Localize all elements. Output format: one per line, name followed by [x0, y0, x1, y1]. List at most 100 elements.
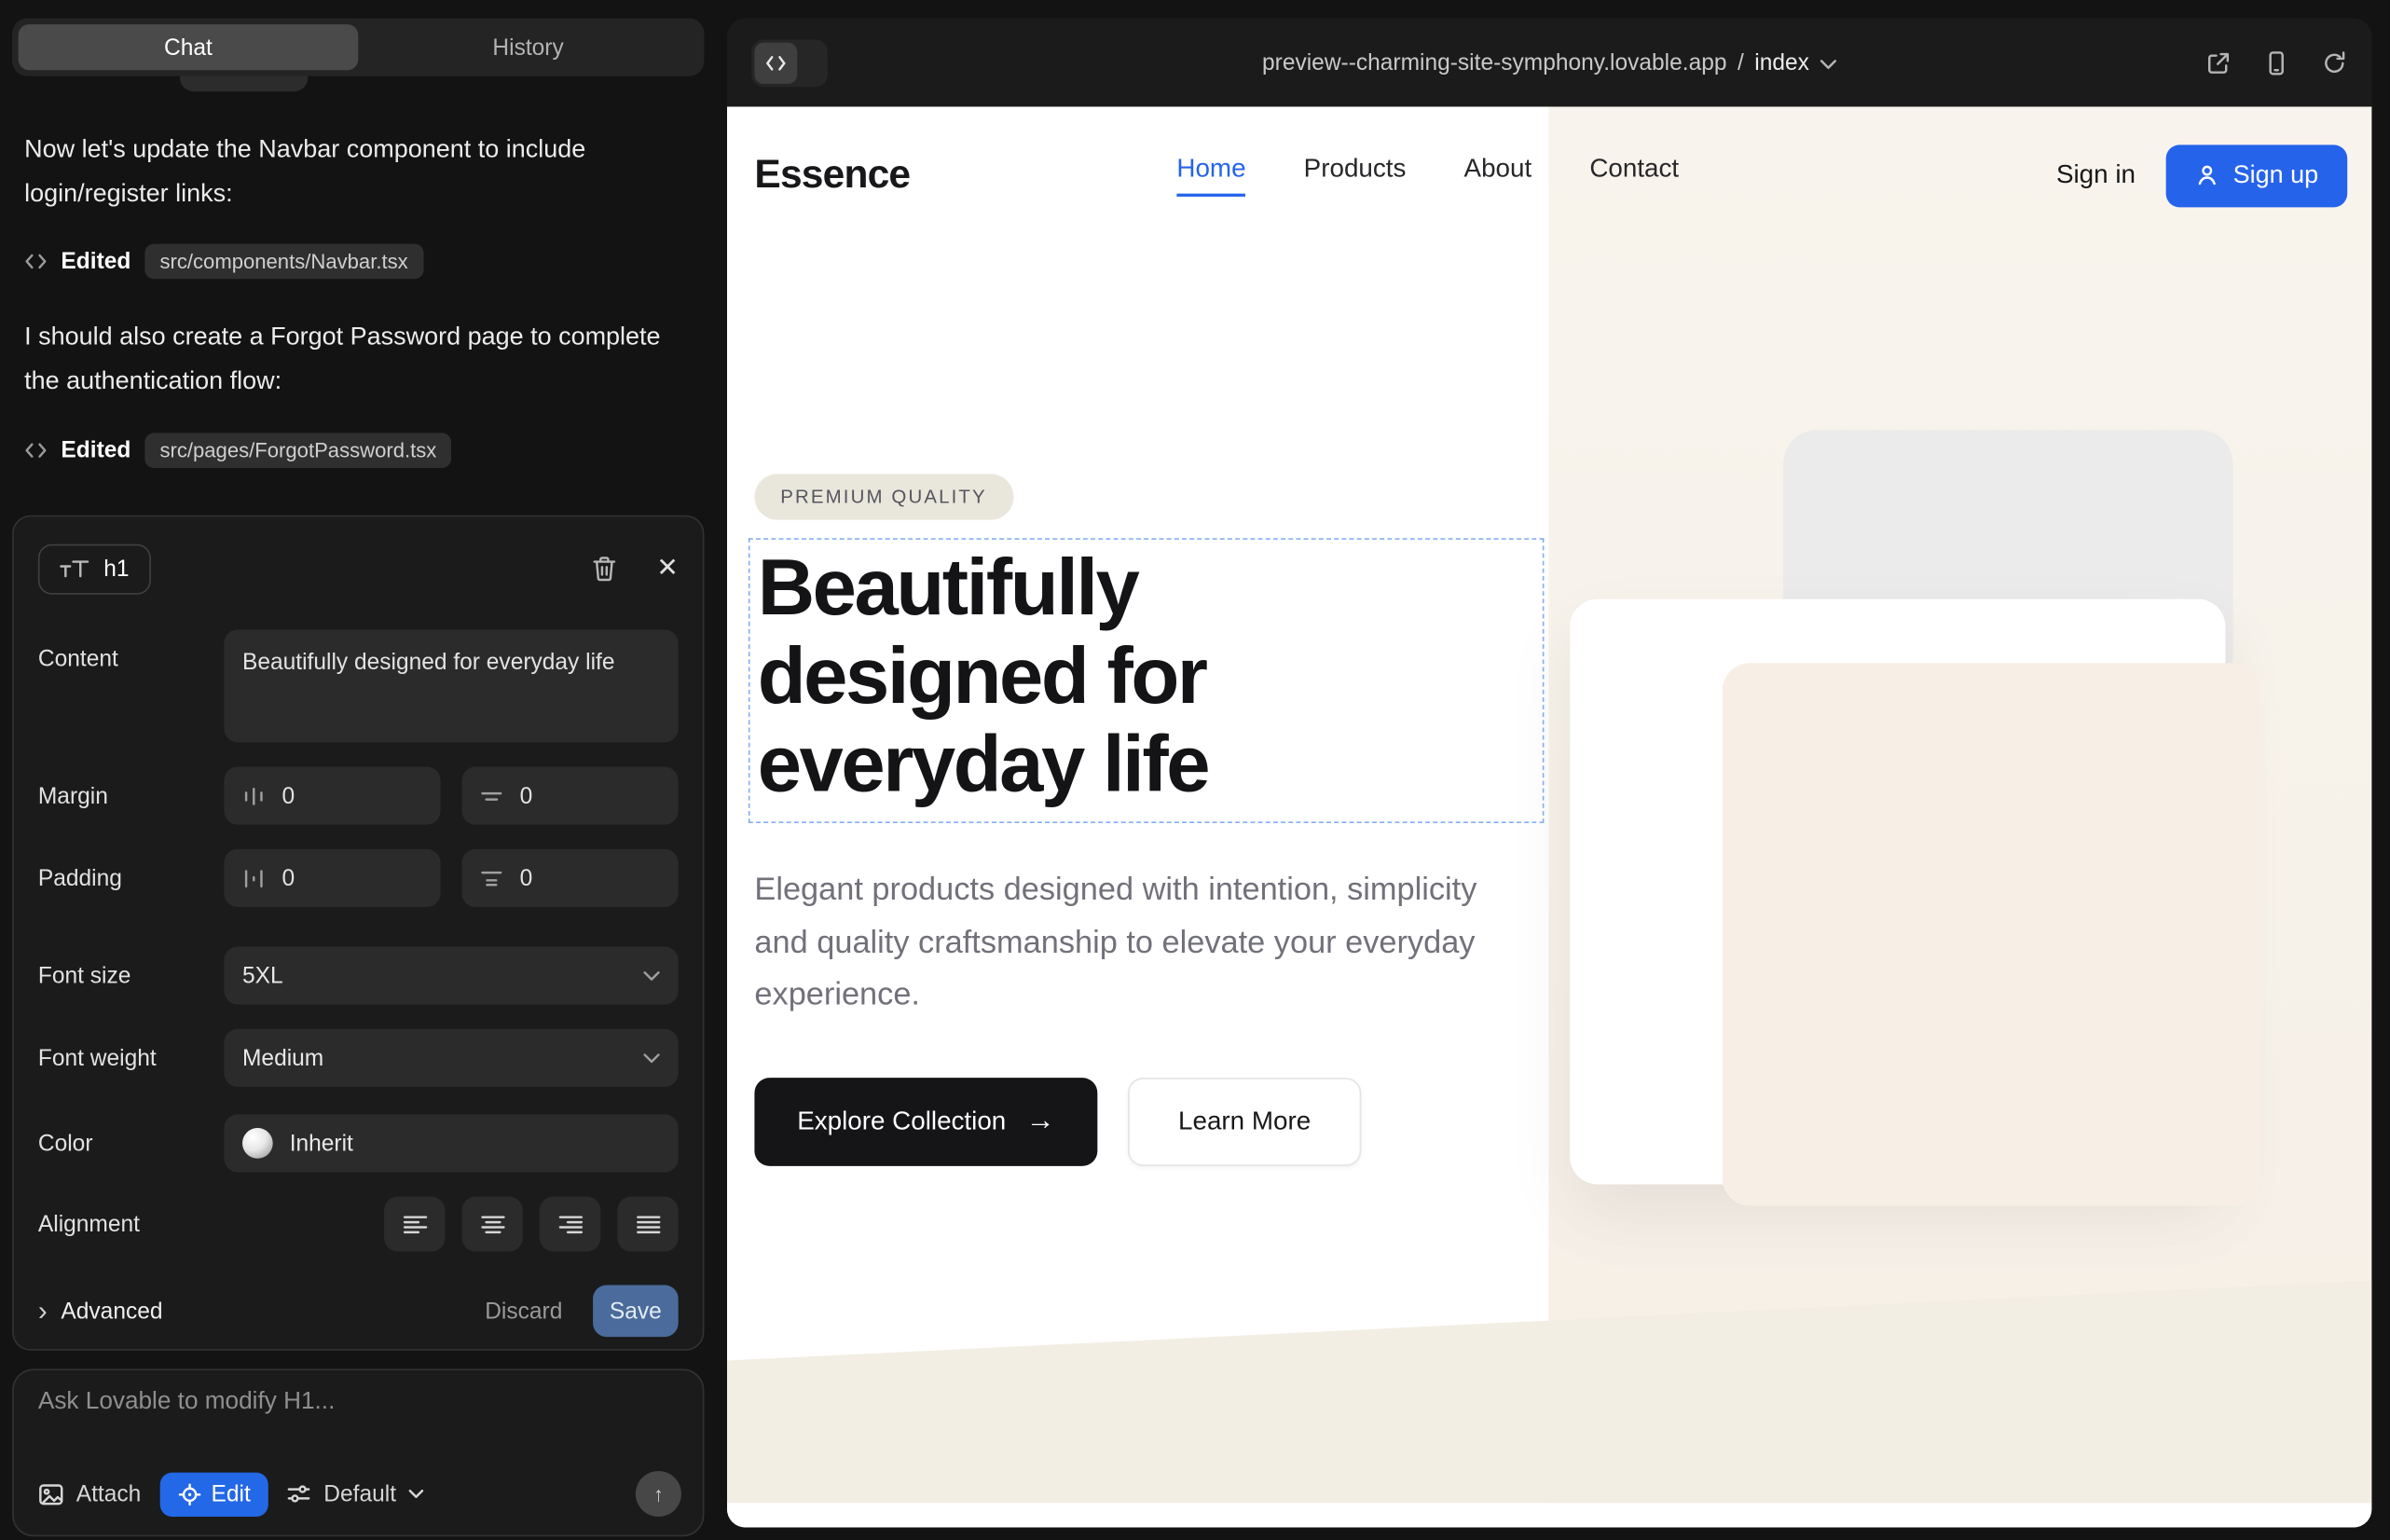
hero-heading: Beautifully designed for everyday life	[750, 540, 1543, 809]
chat-composer: Attach Edit Default	[12, 1368, 704, 1536]
panel-tabbar: Chat History	[12, 19, 704, 76]
align-left-button[interactable]	[384, 1197, 445, 1252]
padding-horizontal-icon	[480, 867, 503, 890]
sign-up-button[interactable]: Sign up	[2166, 144, 2348, 207]
code-icon	[754, 42, 797, 83]
padding-horizontal-input[interactable]: 0	[461, 849, 678, 907]
preview-url: preview--charming-site-symphony.lovable.…	[1262, 49, 1727, 76]
margin-label: Margin	[38, 783, 224, 809]
nav-link-home[interactable]: Home	[1176, 154, 1245, 197]
margin-vertical-input[interactable]: 0	[224, 767, 440, 825]
code-icon	[24, 252, 48, 271]
app-stage: Chat History Now let's update the Navbar…	[0, 0, 2390, 1540]
chevron-down-icon	[643, 1052, 660, 1063]
target-icon	[178, 1482, 201, 1506]
hero-cta-row: Explore Collection → Learn More	[754, 1078, 1361, 1166]
align-right-button[interactable]	[540, 1197, 600, 1252]
font-weight-value: Medium	[242, 1045, 323, 1071]
nav-link-about[interactable]: About	[1464, 154, 1532, 197]
advanced-label: Advanced	[61, 1298, 162, 1324]
tab-history[interactable]: History	[358, 24, 698, 70]
element-editor-panel: h1 ✕ Content Beautifully designed for ev…	[12, 516, 704, 1351]
editor-header: h1 ✕	[38, 541, 679, 596]
preview-frame: preview--charming-site-symphony.lovable.…	[727, 19, 2371, 1528]
explore-collection-label: Explore Collection	[797, 1107, 1006, 1137]
close-icon[interactable]: ✕	[656, 554, 678, 584]
content-label: Content	[38, 629, 224, 672]
padding-vertical-icon	[242, 867, 266, 890]
file-badge[interactable]: src/components/Navbar.tsx	[144, 244, 423, 280]
toolbar-actions	[2205, 49, 2347, 76]
chat-panel: Chat History Now let's update the Navbar…	[0, 0, 727, 1540]
align-justify-button[interactable]	[617, 1197, 678, 1252]
edited-file-row: Edited src/pages/ForgotPassword.tsx	[24, 433, 452, 468]
url-bar[interactable]: preview--charming-site-symphony.lovable.…	[727, 19, 2371, 107]
model-default-button[interactable]: Default	[287, 1481, 423, 1507]
margin-horizontal-input[interactable]: 0	[461, 767, 678, 825]
site-navbar: Essence Home Products About Contact Sign…	[727, 106, 2371, 243]
edit-mode-button[interactable]: Edit	[159, 1472, 269, 1516]
margin-horizontal-value: 0	[520, 783, 533, 809]
color-row: Color Inherit	[38, 1114, 679, 1172]
site-logo[interactable]: Essence	[754, 151, 910, 199]
margin-vertical-value: 0	[282, 783, 295, 809]
nav-link-contact[interactable]: Contact	[1589, 154, 1679, 197]
edited-label: Edited	[61, 249, 130, 275]
send-button[interactable]: ↑	[636, 1471, 681, 1517]
chevron-down-icon	[1820, 59, 1836, 69]
refresh-icon[interactable]	[2321, 49, 2347, 76]
font-size-row: Font size 5XL	[38, 946, 679, 1004]
color-label: Color	[38, 1131, 224, 1157]
chevron-down-icon	[643, 970, 660, 981]
font-weight-label: Font weight	[38, 1045, 224, 1071]
selected-h1-outline[interactable]: Beautifully designed for everyday life	[749, 538, 1545, 823]
chat-input[interactable]	[38, 1389, 681, 1471]
typography-icon	[60, 557, 90, 581]
nav-links: Home Products About Contact	[1176, 106, 1679, 243]
align-center-button[interactable]	[461, 1197, 522, 1252]
open-in-new-tab-icon[interactable]	[2205, 49, 2232, 76]
arrow-right-icon: →	[1026, 1106, 1055, 1139]
premium-quality-badge: PREMIUM QUALITY	[754, 474, 1012, 520]
padding-row: Padding 0 0	[38, 849, 679, 907]
code-preview-toggle[interactable]	[751, 39, 828, 87]
delete-element-button[interactable]	[591, 555, 617, 582]
chevron-right-icon: ›	[38, 1298, 48, 1325]
selected-element-pill[interactable]: h1	[38, 543, 150, 594]
nav-link-products[interactable]: Products	[1304, 154, 1407, 197]
font-weight-row: Font weight Medium	[38, 1029, 679, 1087]
hero-paragraph: Elegant products designed with intention…	[754, 864, 1496, 1022]
chat-message: I should also create a Forgot Password p…	[24, 315, 674, 404]
font-size-value: 5XL	[242, 963, 283, 989]
font-size-select[interactable]: 5XL	[224, 946, 678, 1004]
save-button[interactable]: Save	[593, 1285, 679, 1337]
tab-chat[interactable]: Chat	[19, 24, 359, 70]
sign-in-button[interactable]: Sign in	[2056, 160, 2136, 191]
preview-site: Essence Home Products About Contact Sign…	[727, 106, 2371, 1527]
alignment-row: Alignment	[38, 1197, 679, 1252]
color-swatch	[242, 1128, 273, 1159]
user-icon	[2195, 163, 2219, 187]
content-input[interactable]: Beautifully designed for everyday life	[224, 629, 678, 742]
sign-up-label: Sign up	[2233, 161, 2319, 190]
padding-vertical-input[interactable]: 0	[224, 849, 440, 907]
learn-more-button[interactable]: Learn More	[1128, 1078, 1361, 1166]
discard-button[interactable]: Discard	[485, 1298, 562, 1324]
attach-button[interactable]: Attach	[38, 1481, 141, 1507]
font-weight-select[interactable]: Medium	[224, 1029, 678, 1087]
explore-collection-button[interactable]: Explore Collection →	[754, 1078, 1097, 1166]
code-icon	[24, 441, 48, 461]
default-label: Default	[323, 1481, 396, 1507]
margin-row: Margin 0 0	[38, 767, 679, 825]
padding-horizontal-value: 0	[520, 865, 533, 891]
attach-label: Attach	[76, 1481, 142, 1507]
mobile-view-icon[interactable]	[2263, 49, 2289, 76]
hero-heading-line: designed for	[758, 633, 1543, 722]
alignment-label: Alignment	[38, 1211, 224, 1237]
nav-auth-actions: Sign in Sign up	[2056, 106, 2347, 243]
edited-label: Edited	[61, 437, 130, 463]
file-badge[interactable]: src/pages/ForgotPassword.tsx	[144, 433, 452, 468]
decorative-card-cream	[1723, 663, 2260, 1205]
color-select[interactable]: Inherit	[224, 1114, 678, 1172]
advanced-toggle[interactable]: › Advanced	[38, 1298, 163, 1325]
